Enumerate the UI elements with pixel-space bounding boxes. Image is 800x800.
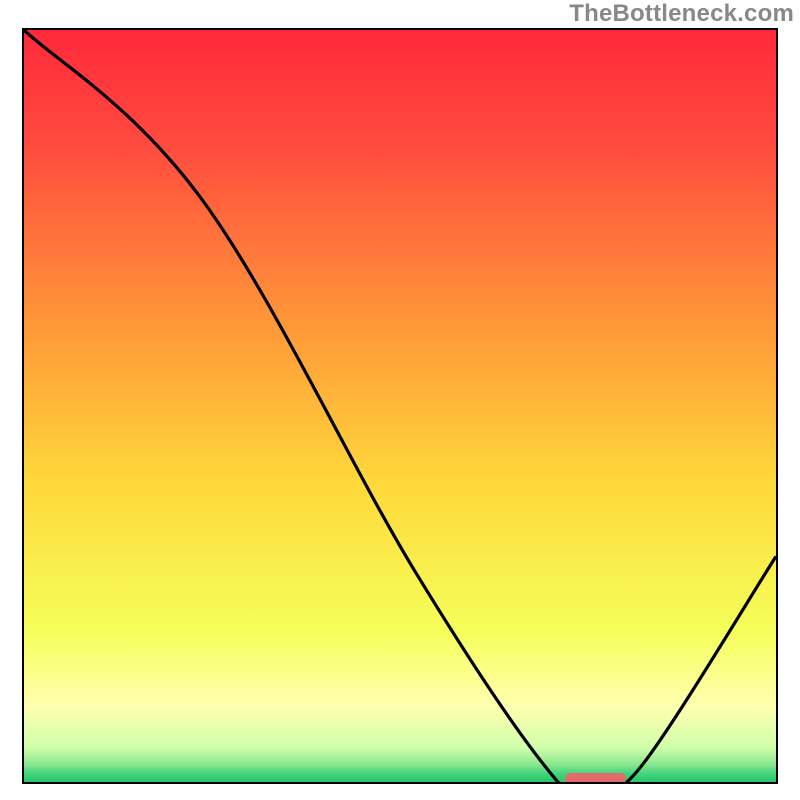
figure: TheBottleneck.com bbox=[0, 0, 800, 800]
plot-area bbox=[22, 28, 778, 784]
chart-svg bbox=[24, 30, 776, 782]
plot-gradient-bg bbox=[24, 30, 776, 782]
watermark-text: TheBottleneck.com bbox=[569, 0, 794, 28]
optimal-marker bbox=[565, 773, 625, 782]
